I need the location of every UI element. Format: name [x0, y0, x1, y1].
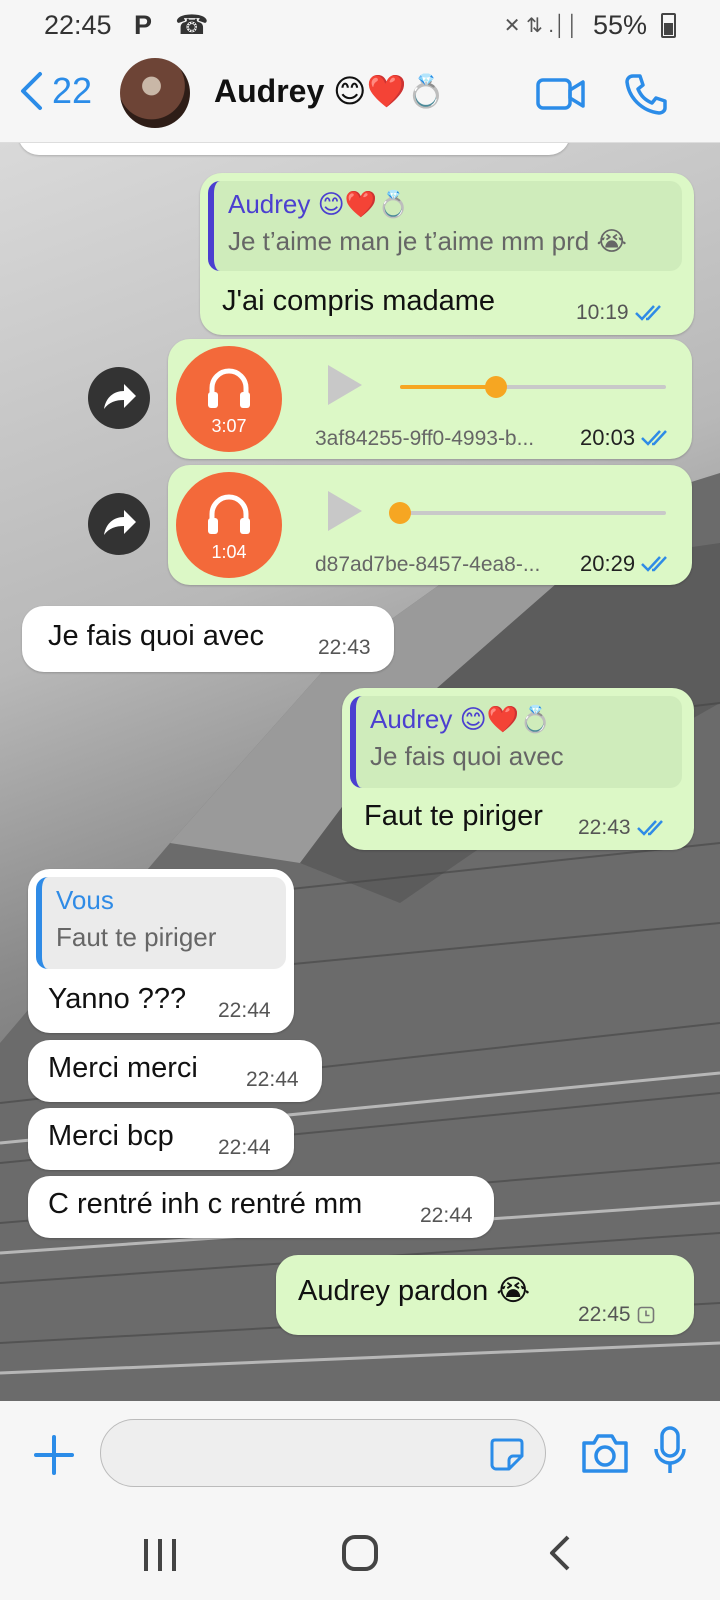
audio-scrubber-handle[interactable] — [484, 376, 507, 398]
message-meta: 20:29 — [580, 551, 673, 577]
audio-message[interactable]: 1:04 d87ad7be-8457-4ea8-... 20:29 — [168, 465, 692, 585]
reply-quote[interactable]: Vous Faut te piriger — [36, 877, 286, 969]
audio-duration: 3:07 — [211, 416, 247, 436]
message-text: C rentré inh c rentré mm — [48, 1188, 363, 1220]
message-bubble-outgoing[interactable]: Audrey 😊❤️💍 Je fais quoi avec Faut te pi… — [342, 688, 694, 850]
message-meta: 10:19 — [576, 301, 667, 325]
reply-quote-text: Je t’aime man je t’aime mm prd 😭 — [228, 226, 627, 256]
audio-filename: d87ad7be-8457-4ea8-... — [315, 553, 541, 576]
message-text: Yanno ??? — [48, 983, 187, 1015]
message-text: Audrey pardon 😭 — [298, 1275, 531, 1307]
message-bubble-incoming[interactable]: Merci bcp 22:44 — [28, 1108, 294, 1170]
audio-message[interactable]: 3:07 3af84255-9ff0-4993-b... 20:03 — [168, 339, 692, 459]
chat-header: 22 Audrey 😊❤️💍 — [0, 50, 720, 143]
audio-progress-track[interactable] — [389, 502, 666, 524]
message-time: 22:44 — [218, 1136, 271, 1159]
message-time: 10:19 — [576, 301, 629, 324]
phone-call-icon[interactable] — [624, 72, 668, 116]
audio-progress-track[interactable] — [400, 376, 666, 398]
contact-name[interactable]: Audrey 😊❤️💍 — [214, 72, 446, 110]
message-time: 20:03 — [580, 425, 636, 450]
message-bubble-outgoing[interactable]: Audrey pardon 😭 22:45 — [276, 1255, 694, 1335]
message-bubble-partial[interactable] — [18, 143, 570, 155]
reply-quote-text: Je fais quoi avec — [370, 741, 564, 771]
play-button[interactable] — [328, 365, 362, 405]
message-time: 22:44 — [246, 1068, 299, 1091]
forward-arrow-icon — [104, 510, 136, 535]
audio-scrubber-handle[interactable] — [389, 502, 411, 524]
reply-quote-name: Audrey 😊❤️💍 — [370, 704, 552, 734]
audio-duration: 1:04 — [211, 542, 247, 562]
video-call-icon[interactable] — [536, 76, 586, 112]
message-time: 22:45 — [578, 1303, 631, 1326]
contact-avatar[interactable] — [120, 58, 190, 128]
message-meta: 22:45 — [578, 1303, 655, 1327]
home-icon[interactable] — [340, 1533, 380, 1573]
plus-icon[interactable] — [32, 1433, 76, 1477]
status-bar: 22:45 P ☎ ✕ ⇅ .││ 55% — [0, 0, 720, 50]
message-bubble-incoming[interactable]: Merci merci 22:44 — [28, 1040, 322, 1102]
message-text: J'ai compris madame — [222, 285, 496, 317]
forward-arrow-icon — [104, 384, 136, 409]
message-meta: 20:03 — [580, 425, 673, 451]
reply-quote[interactable]: Audrey 😊❤️💍 Je fais quoi avec — [350, 696, 682, 788]
unread-count: 22 — [52, 70, 93, 111]
sticker-icon[interactable] — [489, 1436, 525, 1472]
recent-apps-icon[interactable] — [140, 1535, 180, 1575]
status-right: ✕ ⇅ .││ 55% — [504, 10, 676, 41]
back-button[interactable]: 22 — [18, 70, 92, 112]
composer-bar — [0, 1401, 720, 1511]
forward-button[interactable] — [88, 367, 150, 429]
headphones-icon — [208, 494, 250, 534]
message-text: Faut te piriger — [364, 800, 543, 832]
read-ticks-icon — [641, 556, 667, 572]
chevron-left-icon — [21, 72, 42, 110]
message-bubble-incoming[interactable]: C rentré inh c rentré mm 22:44 — [28, 1176, 494, 1238]
message-bubble-incoming[interactable]: Vous Faut te piriger Yanno ??? 22:44 — [28, 869, 294, 1033]
forward-button[interactable] — [88, 493, 150, 555]
reply-quote-name: Vous — [56, 885, 114, 915]
message-input[interactable] — [100, 1419, 546, 1487]
reply-quote[interactable]: Audrey 😊❤️💍 Je t’aime man je t’aime mm p… — [208, 181, 682, 271]
message-bubble-incoming[interactable]: Je fais quoi avec 22:43 — [22, 606, 394, 672]
back-nav-icon[interactable] — [546, 1533, 576, 1573]
read-ticks-icon — [636, 820, 663, 836]
microphone-icon[interactable] — [652, 1425, 688, 1477]
message-time: 22:43 — [318, 636, 371, 659]
read-ticks-icon — [634, 305, 661, 321]
status-indicator-icons: ✕ ⇅ .││ — [503, 15, 579, 37]
battery-percent: 55% — [592, 10, 647, 40]
message-text: Merci bcp — [48, 1120, 174, 1152]
status-time: 22:45 — [44, 10, 112, 40]
message-time: 22:43 — [578, 816, 631, 839]
play-button[interactable] — [328, 491, 362, 531]
pending-clock-icon — [637, 1306, 654, 1324]
message-bubble-outgoing[interactable]: Audrey 😊❤️💍 Je t’aime man je t’aime mm p… — [200, 173, 694, 335]
audio-filename: 3af84255-9ff0-4993-b... — [315, 427, 535, 450]
chat-area[interactable]: Audrey 😊❤️💍 Je t’aime man je t’aime mm p… — [0, 143, 720, 1401]
battery-icon — [661, 13, 676, 38]
audio-progress-fill — [400, 385, 496, 389]
audio-file-avatar: 1:04 — [176, 472, 282, 578]
notification-icons: P ☎ — [134, 10, 217, 40]
reply-quote-name: Audrey 😊❤️💍 — [228, 189, 410, 219]
system-navigation-bar — [0, 1511, 720, 1600]
reply-quote-text: Faut te piriger — [56, 922, 217, 952]
message-meta: 22:43 — [578, 816, 669, 840]
read-ticks-icon — [641, 430, 667, 446]
message-text: Je fais quoi avec — [48, 620, 265, 652]
camera-icon[interactable] — [580, 1431, 630, 1475]
message-time: 22:44 — [218, 999, 271, 1022]
headphones-icon — [208, 368, 250, 408]
message-time: 22:44 — [420, 1204, 473, 1227]
message-text: Merci merci — [48, 1052, 198, 1084]
message-time: 20:29 — [580, 551, 636, 576]
audio-file-avatar: 3:07 — [176, 346, 282, 452]
